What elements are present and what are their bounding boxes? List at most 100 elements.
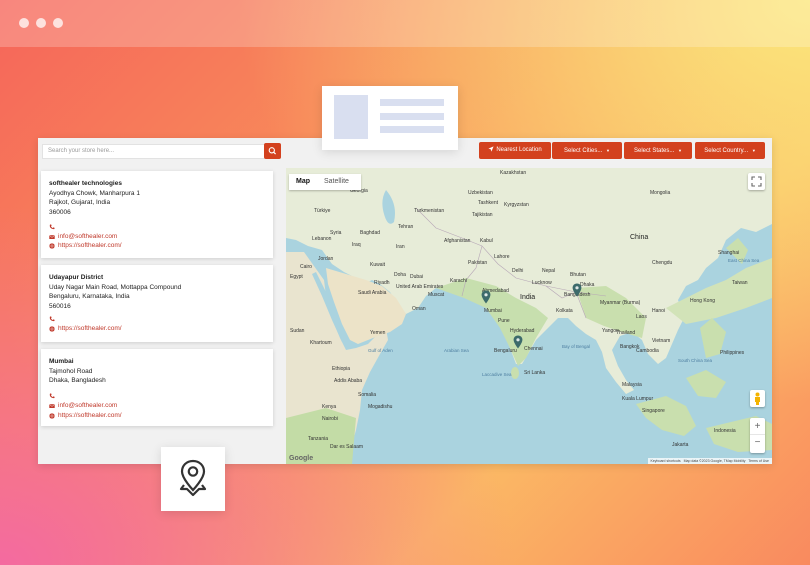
map-label: Dar es Salaam <box>330 444 364 450</box>
zoom-out-button[interactable]: − <box>750 435 765 452</box>
phone-row <box>49 314 273 324</box>
layout-illustration-card <box>322 86 458 150</box>
street-view-pegman[interactable] <box>750 390 765 407</box>
tab-satellite[interactable]: Satellite <box>324 174 349 190</box>
map-label: Yemen <box>370 330 386 336</box>
map-label: Karachi <box>450 278 467 284</box>
store-website-link[interactable]: https://softhealer.com/ <box>58 411 122 421</box>
window-dot-2[interactable] <box>36 18 46 28</box>
map-view[interactable]: Kazakhstan Uzbekistan Kyrgyzstan Georgia… <box>286 168 772 464</box>
fullscreen-icon <box>751 176 762 187</box>
select-cities-dropdown[interactable]: Select Cities... ▼ <box>552 142 622 159</box>
window-dot-1[interactable] <box>19 18 29 28</box>
google-logo: Google <box>289 455 314 462</box>
fullscreen-button[interactable] <box>748 173 765 190</box>
store-zip: 560016 <box>49 303 71 311</box>
map-label: Tanzania <box>308 436 329 442</box>
store-marker[interactable] <box>572 283 582 297</box>
text-line-placeholder <box>380 126 444 133</box>
select-country-dropdown[interactable]: Select Country... ▼ <box>695 142 765 159</box>
map-label: Kabul <box>480 238 493 244</box>
store-marker[interactable] <box>481 290 491 304</box>
store-zip: 360006 <box>49 209 71 217</box>
map-label: Delhi <box>512 268 524 274</box>
search-input[interactable]: Search your store here... <box>42 144 266 159</box>
map-label: China <box>630 234 649 241</box>
store-email-link[interactable]: info@softhealer.com <box>58 401 117 411</box>
map-label: Lebanon <box>312 236 332 242</box>
nearest-location-button[interactable]: Nearest Location <box>479 142 551 159</box>
store-address-line: Dhaka, Bangladesh <box>49 377 106 385</box>
map-label: Doha <box>394 272 406 278</box>
select-country-label: Select Country... <box>704 148 749 154</box>
nearest-location-label: Nearest Location <box>496 147 542 153</box>
zoom-control: + − <box>750 418 765 453</box>
select-states-dropdown[interactable]: Select States... ▼ <box>624 142 692 159</box>
text-line-placeholder <box>380 99 444 106</box>
map-label: Chennai <box>524 346 543 352</box>
map-label: Kuala Lumpur <box>622 396 654 402</box>
map-label: Kazakhstan <box>500 170 527 176</box>
map-label: Kenya <box>322 404 337 410</box>
map-label: Singapore <box>642 408 665 414</box>
phone-row <box>49 391 273 401</box>
website-row: https://softhealer.com/ <box>49 324 273 334</box>
map-label: Chengdu <box>652 260 673 266</box>
map-label: Mogadishu <box>368 404 393 410</box>
website-row: https://softhealer.com/ <box>49 411 273 421</box>
map-label: Syria <box>330 230 342 236</box>
map-label: Nepal <box>542 268 556 274</box>
email-icon <box>49 403 55 408</box>
map-label: Pune <box>498 318 510 324</box>
map-label: Vietnam <box>652 338 671 344</box>
map-label: Turkmenistan <box>414 208 445 214</box>
store-name: softhealer technologies <box>49 180 122 187</box>
phone-icon <box>49 224 55 229</box>
store-marker[interactable] <box>513 335 523 349</box>
map-label: Gulf of Aden <box>368 348 393 353</box>
store-name: Mumbai <box>49 358 74 365</box>
select-cities-label: Select Cities... <box>564 148 603 154</box>
browser-topbar <box>0 0 810 47</box>
terms-link[interactable]: Terms of Use <box>748 459 769 463</box>
caret-down-icon: ▼ <box>751 148 756 153</box>
map-label: Iran <box>396 244 405 250</box>
map-label: Bay of Bengal <box>562 344 591 349</box>
map-label: Khartoum <box>310 340 332 346</box>
store-website-link[interactable]: https://softhealer.com/ <box>58 241 122 251</box>
store-card[interactable]: Udayapur District Uday Nagar Main Road, … <box>41 265 273 342</box>
email-icon <box>49 234 55 239</box>
tab-map[interactable]: Map <box>296 174 310 190</box>
search-button[interactable] <box>264 143 281 159</box>
store-locator-app: Search your store here... Nearest Locati… <box>38 138 772 464</box>
map-label: Addis Ababa <box>334 378 363 384</box>
map-label: Philippines <box>720 350 745 356</box>
map-label: Saudi Arabia <box>358 290 387 296</box>
map-type-control: Map Satellite <box>289 174 361 190</box>
email-row: info@softhealer.com <box>49 232 273 242</box>
map-label: United Arab Emirates <box>396 284 444 290</box>
globe-icon <box>49 243 55 249</box>
zoom-in-button[interactable]: + <box>750 418 765 435</box>
store-email-link[interactable]: info@softhealer.com <box>58 232 117 242</box>
globe-icon <box>49 412 55 419</box>
map-label: Egypt <box>290 274 303 280</box>
window-dot-3[interactable] <box>53 18 63 28</box>
phone-icon <box>49 393 55 399</box>
store-card[interactable]: softhealer technologies Ayodhya Chowk, M… <box>41 171 273 258</box>
map-label: Oman <box>412 306 426 312</box>
map-label: Tajikistan <box>472 212 493 218</box>
map-label: Tashkent <box>478 200 499 206</box>
map-label: Laos <box>636 314 647 320</box>
map-label: Ethiopia <box>332 366 351 372</box>
map-label: South China Sea <box>678 358 713 363</box>
store-website-link[interactable]: https://softhealer.com/ <box>58 324 122 334</box>
store-card[interactable]: Mumbai Tajmohol Road Dhaka, Bangladesh i… <box>41 349 273 426</box>
store-name: Udayapur District <box>49 274 104 281</box>
store-address-line: Uday Nagar Main Road, Mottappa Compound <box>49 283 182 291</box>
map-label: Türkiye <box>314 208 331 214</box>
map-terrain <box>286 168 772 464</box>
keyboard-shortcuts-link[interactable]: Keyboard shortcuts <box>651 459 681 463</box>
caret-down-icon: ▼ <box>606 148 610 153</box>
map-label: Tehran <box>398 224 414 230</box>
